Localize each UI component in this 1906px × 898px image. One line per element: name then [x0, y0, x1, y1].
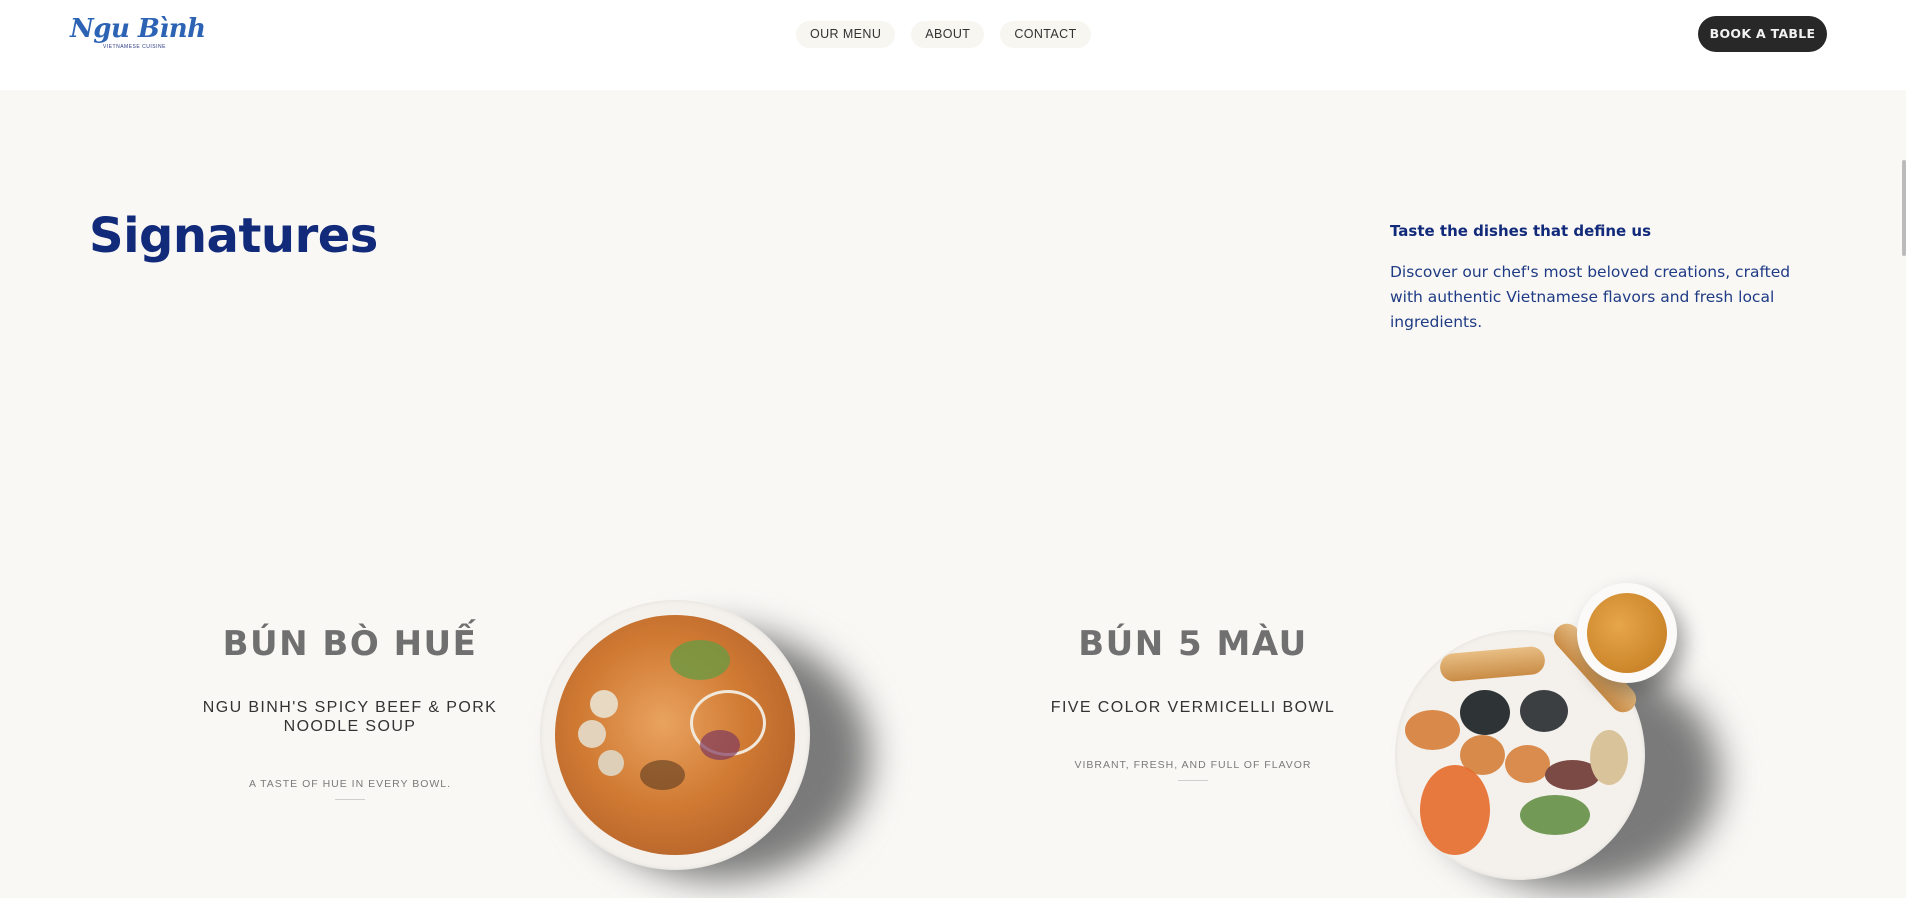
section-subtitle: Taste the dishes that define us — [1390, 222, 1652, 240]
page-title: Signatures — [89, 208, 378, 264]
dish-tagline: A TASTE OF HUE IN EVERY BOWL. — [248, 778, 452, 790]
dish-name: NGU BINH'S SPICY BEEF & PORK NOODLE SOUP — [202, 699, 498, 735]
divider — [335, 799, 365, 800]
dish-title: BÚN 5 MÀU — [1078, 624, 1308, 664]
main-nav: OUR MENU ABOUT CONTACT — [796, 21, 1091, 48]
divider — [1178, 780, 1208, 781]
site-header: Ngu Bình VIETNAMESE CUISINE OUR MENU ABO… — [0, 0, 1906, 90]
logo-text: Ngu Bình — [70, 14, 206, 44]
dish-title: BÚN BÒ HUẾ — [222, 624, 478, 664]
section-description: Discover our chef's most beloved creatio… — [1390, 263, 1791, 331]
nav-about[interactable]: ABOUT — [911, 21, 985, 48]
scrollbar[interactable] — [1902, 160, 1906, 256]
dish-tagline: VIBRANT, FRESH, AND FULL OF FLAVOR — [1074, 759, 1312, 771]
logo-subtext: VIETNAMESE CUISINE — [103, 44, 166, 50]
book-table-button[interactable]: BOOK A TABLE — [1698, 16, 1827, 52]
dish-name: FIVE COLOR VERMICELLI BOWL — [1050, 699, 1336, 716]
nav-contact[interactable]: CONTACT — [1000, 21, 1091, 48]
logo[interactable]: Ngu Bình VIETNAMESE CUISINE — [70, 14, 206, 54]
nav-our-menu[interactable]: OUR MENU — [796, 21, 896, 48]
